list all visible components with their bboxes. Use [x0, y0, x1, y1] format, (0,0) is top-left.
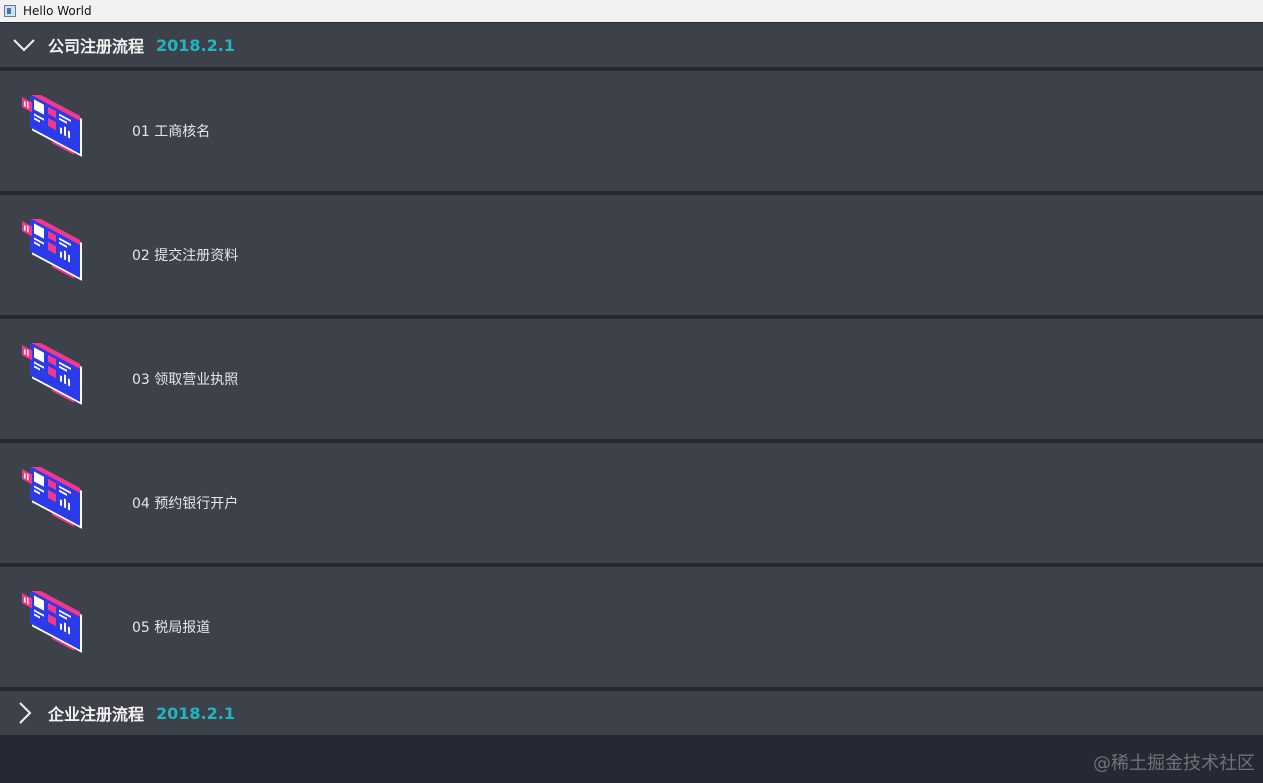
list-item-3[interactable]: 03 领取营业执照	[0, 319, 1263, 439]
list-item-5[interactable]: 05 税局报道	[0, 567, 1263, 687]
watermark: @稀土掘金技术社区	[1093, 753, 1255, 774]
list-item-4[interactable]: 04 预约银行开户	[0, 443, 1263, 563]
app-window-icon	[4, 5, 16, 17]
dashboard-illustration-icon	[22, 585, 96, 663]
window-title: Hello World	[23, 4, 92, 18]
dashboard-illustration-icon	[22, 213, 96, 291]
window-titlebar: Hello World	[0, 0, 1263, 22]
item-label: 02 提交注册资料	[132, 248, 239, 264]
list-item-2[interactable]: 02 提交注册资料	[0, 195, 1263, 315]
group-date: 2018.2.1	[156, 35, 235, 55]
item-label: 01 工商核名	[132, 124, 211, 140]
group-header-enterprise[interactable]: 企业注册流程 2018.2.1	[0, 691, 1263, 735]
dashboard-illustration-icon	[22, 337, 96, 415]
group-date: 2018.2.1	[156, 703, 235, 723]
item-label: 04 预约银行开户	[132, 496, 239, 512]
list-item-1[interactable]: 01 工商核名	[0, 71, 1263, 191]
item-label: 03 领取营业执照	[132, 372, 239, 388]
item-label: 05 税局报道	[132, 620, 211, 636]
group-title: 企业注册流程	[48, 705, 145, 724]
chevron-right-icon[interactable]	[0, 691, 48, 735]
dashboard-illustration-icon	[22, 89, 96, 167]
dashboard-illustration-icon	[22, 461, 96, 539]
chevron-down-icon[interactable]	[0, 23, 48, 67]
group-header-company[interactable]: 公司注册流程 2018.2.1	[0, 23, 1263, 67]
group-title: 公司注册流程	[48, 37, 145, 56]
